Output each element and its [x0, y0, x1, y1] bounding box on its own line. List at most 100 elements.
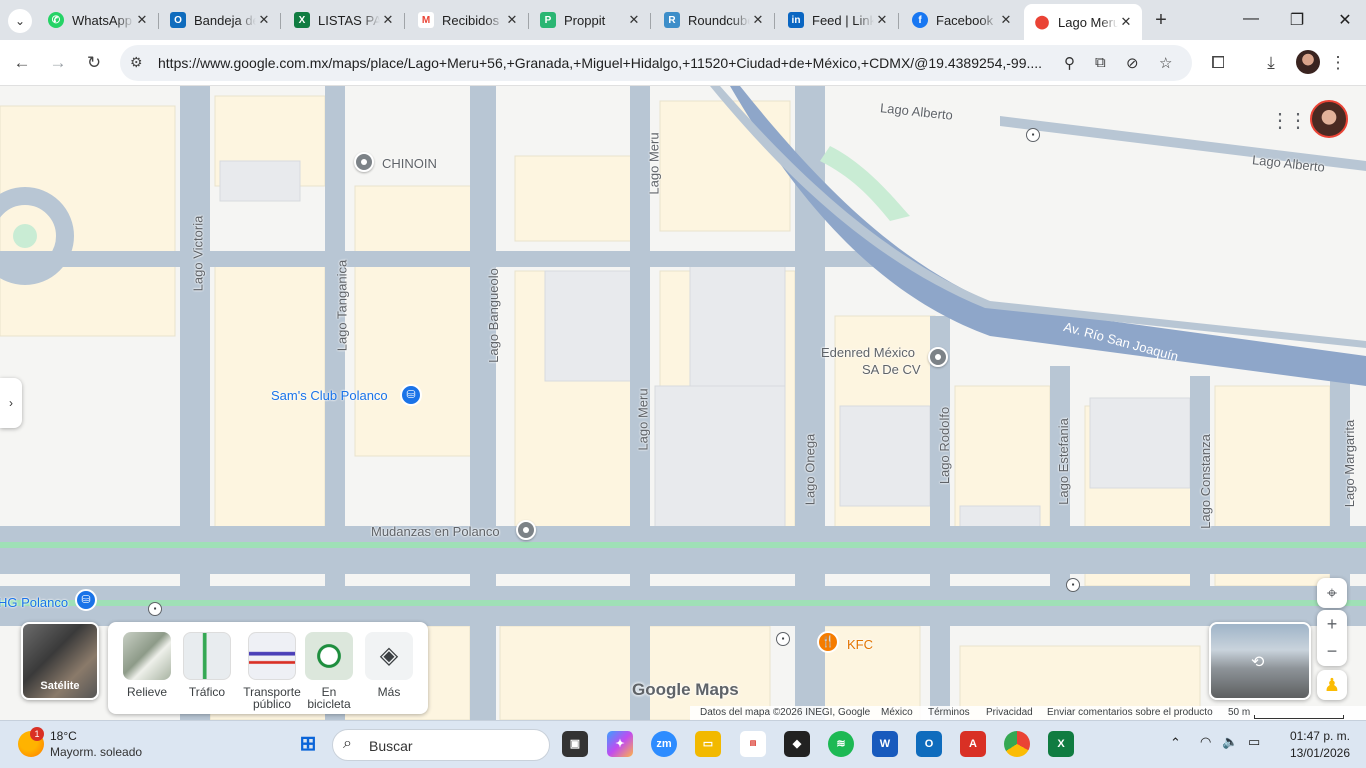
pegman-button[interactable]: ♟	[1317, 670, 1347, 700]
map-canvas[interactable]: Lago Alberto Lago Alberto Lago Victoria …	[0, 86, 1366, 720]
bus-stop-icon[interactable]: ▪	[776, 632, 790, 646]
excel-icon: X	[294, 12, 310, 28]
close-icon[interactable]: ✕	[504, 12, 520, 28]
restore-icon: ❐	[1289, 12, 1305, 29]
eye-off-icon[interactable]: ⊘	[1126, 54, 1139, 72]
place-pin-icon[interactable]	[516, 520, 536, 540]
shopping-bag-icon[interactable]: ⛁	[75, 589, 97, 611]
relief-layer-button[interactable]: Relieve	[118, 632, 176, 698]
satellite-layer-button[interactable]: Satélite	[21, 622, 99, 700]
reload-button[interactable]: ↻	[81, 50, 107, 76]
acrobat-icon[interactable]: A	[960, 731, 986, 757]
kebab-menu-icon: ⋮	[1329, 53, 1347, 72]
anydesk-icon[interactable]: ◆	[784, 731, 810, 757]
shopping-bag-icon[interactable]: ⛁	[400, 384, 422, 406]
zoom-out-button[interactable]: −	[1317, 638, 1347, 666]
menu-button[interactable]: ⋮	[1325, 50, 1351, 76]
bookmark-star-icon[interactable]: ☆	[1159, 54, 1172, 72]
taskbar-search[interactable]: ⌕ Buscar	[332, 729, 550, 761]
back-button[interactable]: ←	[9, 50, 35, 76]
tab-roundcube[interactable]: R Roundcube ✕	[654, 5, 775, 35]
close-icon[interactable]: ✕	[134, 12, 150, 28]
outlook-icon[interactable]: O	[916, 731, 942, 757]
new-tab-button[interactable]: +	[1150, 9, 1172, 32]
scale-label[interactable]: 50 m	[1228, 707, 1250, 718]
bus-stop-icon[interactable]: ▪	[148, 602, 162, 616]
tab-facebook[interactable]: f Facebook ✕	[902, 5, 1022, 35]
windows-start-icon[interactable]: ⊞	[295, 731, 321, 757]
close-icon[interactable]: ✕	[380, 12, 396, 28]
close-icon[interactable]: ✕	[626, 12, 642, 28]
account-avatar[interactable]	[1310, 100, 1348, 138]
street-view-thumbnail[interactable]: ⟲	[1209, 622, 1311, 700]
app-icon[interactable]: ▤	[740, 731, 766, 757]
expand-side-panel-button[interactable]: ›	[0, 378, 22, 428]
extensions-button[interactable]: ⧠	[1205, 50, 1231, 76]
site-info-icon[interactable]: ⚙	[130, 54, 143, 71]
spotify-icon[interactable]: ≋	[828, 731, 854, 757]
place-label-chinoin[interactable]: CHINOIN	[382, 156, 437, 171]
place-label-kfc[interactable]: KFC	[847, 637, 873, 652]
minimize-button[interactable]: —	[1236, 10, 1266, 28]
bus-stop-icon[interactable]: ▪	[1066, 578, 1080, 592]
feedback-link[interactable]: Enviar comentarios sobre el producto	[1047, 707, 1213, 718]
privacy-link[interactable]: Privacidad	[986, 707, 1033, 718]
chevron-up-icon[interactable]: ⌃	[1170, 735, 1181, 751]
place-label-edenred-2[interactable]: SA De CV	[862, 362, 921, 377]
close-icon[interactable]: ✕	[1118, 14, 1134, 30]
street-label: Lago Onega	[802, 433, 818, 506]
zoom-in-button[interactable]: +	[1317, 610, 1347, 638]
chrome-icon[interactable]	[1004, 731, 1030, 757]
place-pin-icon[interactable]	[354, 152, 374, 172]
close-icon[interactable]: ✕	[750, 12, 766, 28]
clock-date[interactable]: 13/01/2026	[1286, 746, 1350, 760]
place-label-mudanzas[interactable]: Mudanzas en Polanco	[371, 524, 500, 539]
place-label-edenred-1[interactable]: Edenred México	[821, 345, 915, 360]
close-window-button[interactable]: ✕	[1330, 10, 1360, 30]
url-text[interactable]: https://www.google.com.mx/maps/place/Lag…	[158, 55, 1058, 71]
profile-avatar[interactable]	[1296, 50, 1320, 74]
word-icon[interactable]: W	[872, 731, 898, 757]
zoom-icon[interactable]: zm	[651, 731, 677, 757]
close-icon[interactable]: ✕	[256, 12, 272, 28]
arrow-left-icon: ←	[13, 53, 31, 72]
transit-layer-button[interactable]: Transporte público	[238, 632, 306, 710]
place-label-hg-polanco[interactable]: HG Polanco	[0, 595, 68, 610]
close-icon[interactable]: ✕	[874, 12, 890, 28]
tab-outlook[interactable]: O Bandeja de entrada ✕	[160, 5, 281, 35]
downloads-button[interactable]: ⤓	[1258, 50, 1284, 76]
volume-icon[interactable]: 🔈	[1222, 734, 1238, 750]
bus-stop-icon[interactable]: ▪	[1026, 128, 1040, 142]
file-explorer-icon[interactable]: ▭	[695, 731, 721, 757]
task-view-icon[interactable]: ▣	[562, 731, 588, 757]
location-icon[interactable]: ⚲	[1064, 54, 1075, 72]
more-layers-button[interactable]: ◈ Más	[360, 632, 418, 698]
copilot-icon[interactable]: ✦	[607, 731, 633, 757]
close-icon[interactable]: ✕	[998, 12, 1014, 28]
wifi-icon[interactable]: ◠	[1200, 734, 1211, 750]
clock-time[interactable]: 01:47 p. m.	[1286, 729, 1350, 743]
place-label-sams-club[interactable]: Sam's Club Polanco	[271, 388, 388, 403]
place-pin-icon[interactable]	[928, 347, 948, 367]
country-link[interactable]: México	[881, 707, 913, 718]
excel-icon[interactable]: X	[1048, 731, 1074, 757]
restaurant-icon[interactable]: 🍴	[817, 631, 839, 653]
tab-proppit[interactable]: P Proppit ✕	[530, 5, 651, 35]
terms-link[interactable]: Términos	[928, 707, 970, 718]
tab-search-button[interactable]: ⌄	[8, 9, 32, 33]
install-app-icon[interactable]: ⧉	[1095, 54, 1106, 71]
address-bar[interactable]: ⚙ https://www.google.com.mx/maps/place/L…	[120, 45, 1192, 81]
tab-linkedin[interactable]: in Feed | LinkedIn ✕	[778, 5, 899, 35]
battery-icon[interactable]: ▭	[1248, 734, 1260, 750]
tab-gmail[interactable]: M Recibidos ✕	[408, 5, 529, 35]
tab-whatsapp[interactable]: ✆ WhatsApp ✕	[38, 5, 159, 35]
roundcube-icon: R	[664, 12, 680, 28]
tab-excel[interactable]: X LISTAS PA ✕	[284, 5, 405, 35]
tab-google-maps[interactable]: ⬤ Lago Meru ✕	[1024, 4, 1142, 40]
my-location-button[interactable]: ⌖	[1317, 578, 1347, 608]
traffic-layer-button[interactable]: Tráfico	[178, 632, 236, 698]
whatsapp-icon: ✆	[48, 12, 64, 28]
bike-layer-button[interactable]: En bicicleta	[300, 632, 358, 710]
forward-button[interactable]: →	[45, 50, 71, 76]
maximize-button[interactable]: ❐	[1282, 10, 1312, 30]
